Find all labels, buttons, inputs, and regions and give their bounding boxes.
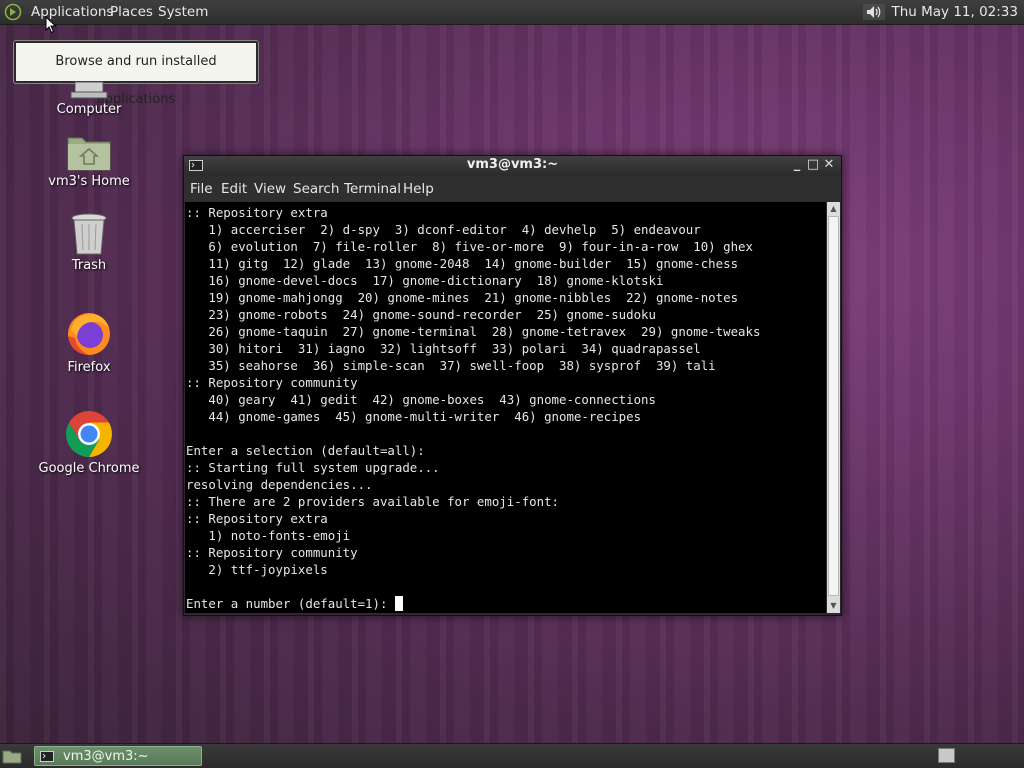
terminal-window[interactable]: vm3@vm3:~ _ □ ✕ File Edit View Search Te… <box>183 155 842 616</box>
terminal-line: 2) ttf-joypixels <box>208 562 328 577</box>
desktop-label-home: vm3's Home <box>48 174 130 189</box>
show-desktop-icon[interactable] <box>2 748 22 764</box>
computer-icon <box>70 81 108 99</box>
chrome-icon <box>66 411 112 457</box>
clock[interactable]: Thu May 11, 02:33 <box>891 4 1018 20</box>
speaker-volume-icon[interactable] <box>863 4 886 20</box>
terminal-line: :: There are 2 providers available for e… <box>186 494 559 509</box>
menu-file[interactable]: File <box>190 181 213 197</box>
terminal-line: :: Starting full system upgrade... <box>186 460 440 475</box>
terminal-line: 26) gnome-taquin 27) gnome-terminal 28) … <box>208 324 761 339</box>
desktop-label-chrome: Google Chrome <box>38 461 140 476</box>
taskbar-item-terminal[interactable]: vm3@vm3:~ <box>34 746 202 766</box>
menu-search[interactable]: Search <box>293 181 339 197</box>
menu-terminal[interactable]: Terminal <box>344 181 401 197</box>
desktop-icon-home[interactable]: vm3's Home <box>34 132 144 189</box>
terminal-menubar: File Edit View Search Terminal Help <box>184 176 841 202</box>
terminal-line: 1) noto-fonts-emoji <box>208 528 351 543</box>
scroll-down-arrow-icon[interactable]: ▼ <box>827 600 840 612</box>
terminal-line: 19) gnome-mahjongg 20) gnome-mines 21) g… <box>208 290 739 305</box>
terminal-line: :: Repository community <box>186 545 358 560</box>
desktop-label-firefox: Firefox <box>67 360 111 375</box>
terminal-line: :: Repository community <box>186 375 358 390</box>
applications-menu[interactable]: Applications <box>31 4 113 20</box>
terminal-lines: :: Repository extra 1) accerciser 2) d-s… <box>186 205 760 577</box>
desktop-icon-chrome[interactable]: Google Chrome <box>34 409 144 476</box>
terminal-prompt: Enter a number (default=1): <box>186 596 395 611</box>
terminal-line: resolving dependencies... <box>186 477 373 492</box>
desktop-label-computer: Computer <box>56 102 122 117</box>
terminal-cursor <box>394 596 403 611</box>
terminal-line: :: Repository extra <box>186 205 328 220</box>
places-menu[interactable]: Places <box>110 4 153 20</box>
menu-help[interactable]: Help <box>403 181 434 197</box>
maximize-button[interactable]: □ <box>806 158 820 172</box>
system-menu[interactable]: System <box>158 4 208 20</box>
home-folder-icon <box>67 137 111 171</box>
distro-logo-icon[interactable] <box>4 3 22 21</box>
terminal-line: Enter a selection (default=all): <box>186 443 425 458</box>
desktop-icon-trash[interactable]: Trash <box>34 212 144 273</box>
terminal-titlebar[interactable]: vm3@vm3:~ _ □ ✕ <box>184 156 841 176</box>
bottom-panel: vm3@vm3:~ <box>0 743 1024 768</box>
desktop-icon-computer[interactable]: Computer <box>34 80 144 117</box>
terminal-line: 44) gnome-games 45) gnome-multi-writer 4… <box>208 409 642 424</box>
scroll-up-arrow-icon[interactable]: ▲ <box>827 203 840 215</box>
firefox-icon <box>68 313 110 355</box>
trash-icon <box>71 213 107 255</box>
applications-tooltip: Browse and run installed applications <box>14 41 258 107</box>
mouse-pointer-icon <box>45 16 57 34</box>
taskbar-item-label: vm3@vm3:~ <box>63 749 149 764</box>
menu-edit[interactable]: Edit <box>221 181 247 197</box>
top-panel: Applications Places System Thu May 11, 0… <box>0 0 1024 25</box>
scrollbar-thumb[interactable] <box>828 216 839 596</box>
terminal-output[interactable]: :: Repository extra 1) accerciser 2) d-s… <box>185 202 826 613</box>
workspace-switcher[interactable] <box>938 748 955 763</box>
terminal-line: 35) seahorse 36) simple-scan 37) swell-f… <box>208 358 716 373</box>
terminal-icon <box>40 751 54 762</box>
terminal-line: 23) gnome-robots 24) gnome-sound-recorde… <box>208 307 656 322</box>
terminal-line: 11) gitg 12) glade 13) gnome-2048 14) gn… <box>208 256 739 271</box>
terminal-scrollbar[interactable]: ▲ ▼ <box>827 202 840 613</box>
terminal-line: 6) evolution 7) file-roller 8) five-or-m… <box>208 239 753 254</box>
desktop-icon-firefox[interactable]: Firefox <box>34 310 144 375</box>
terminal-line: 16) gnome-devel-docs 17) gnome-dictionar… <box>208 273 664 288</box>
terminal-line: 40) geary 41) gedit 42) gnome-boxes 43) … <box>208 392 656 407</box>
terminal-title: vm3@vm3:~ <box>466 157 559 172</box>
terminal-line: 1) accerciser 2) d-spy 3) dconf-editor 4… <box>208 222 701 237</box>
terminal-text: :: Repository extra 1) accerciser 2) d-s… <box>185 202 826 612</box>
minimize-button[interactable]: _ <box>790 158 804 172</box>
desktop-label-trash: Trash <box>71 258 107 273</box>
terminal-icon <box>189 160 203 171</box>
close-button[interactable]: ✕ <box>822 158 836 172</box>
terminal-line: 30) hitori 31) iagno 32) lightsoff 33) p… <box>208 341 701 356</box>
terminal-line: :: Repository extra <box>186 511 328 526</box>
menu-view[interactable]: View <box>254 181 286 197</box>
